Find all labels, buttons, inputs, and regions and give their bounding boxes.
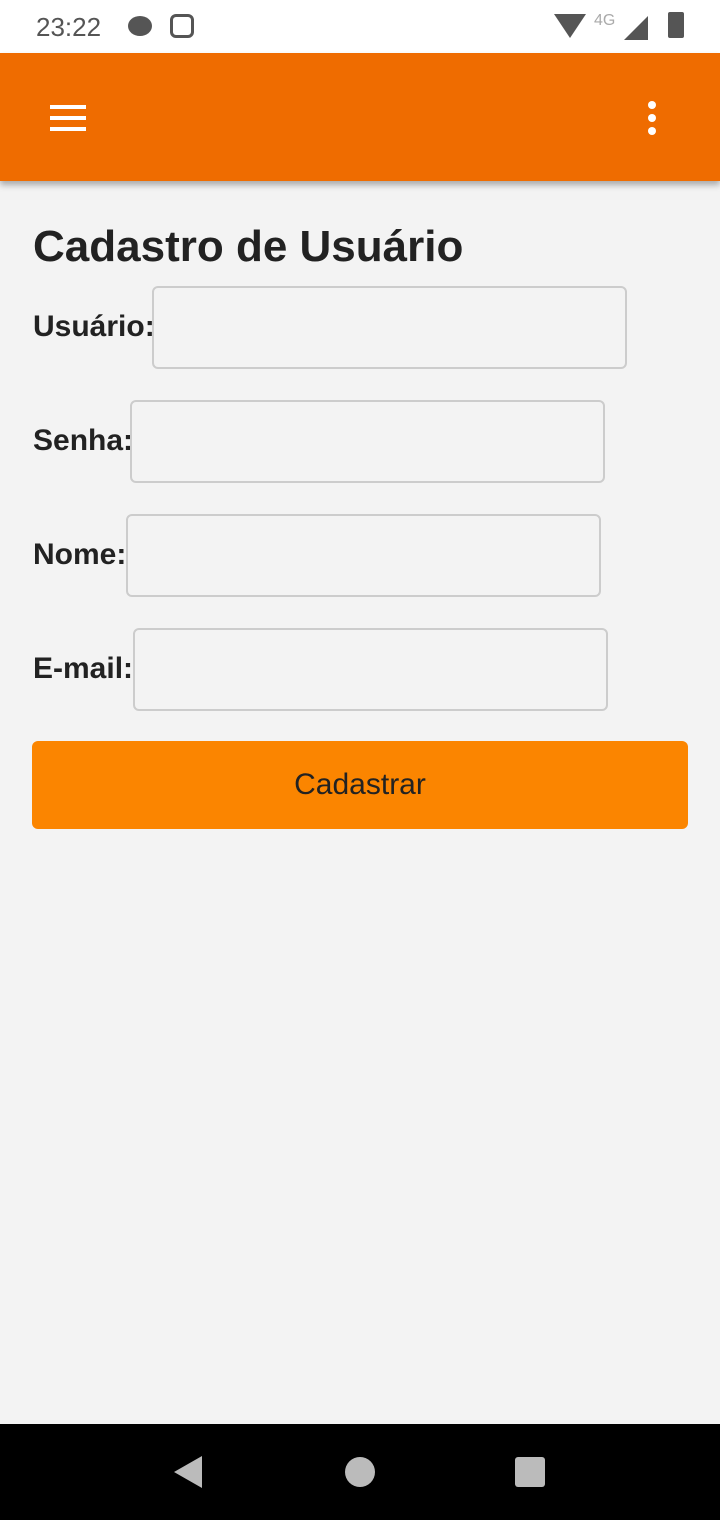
home-icon[interactable]: [345, 1457, 375, 1487]
signal-icon: [624, 16, 648, 40]
instagram-icon: [170, 14, 194, 38]
app-bar: [0, 53, 720, 181]
email-label: E-mail:: [33, 652, 134, 685]
status-bar: 23:22 4G: [0, 0, 720, 53]
submit-button[interactable]: Cadastrar: [32, 741, 688, 829]
recents-icon[interactable]: [515, 1457, 545, 1487]
clock: 23:22: [36, 12, 102, 42]
battery-icon: [668, 12, 684, 38]
message-icon: [128, 16, 152, 36]
name-label: Nome:: [33, 538, 127, 571]
name-input[interactable]: [126, 514, 601, 597]
navigation-bar: [0, 1424, 720, 1520]
username-label: Usuário:: [33, 310, 155, 343]
username-input[interactable]: [152, 286, 627, 369]
password-input[interactable]: [130, 400, 605, 483]
back-icon[interactable]: [174, 1456, 202, 1488]
password-label: Senha:: [33, 424, 134, 457]
network-label: 4G: [594, 12, 616, 29]
wifi-icon: [554, 14, 586, 38]
more-vert-icon[interactable]: [648, 101, 656, 140]
email-input[interactable]: [133, 628, 608, 711]
hamburger-icon[interactable]: [50, 105, 86, 138]
page-title: Cadastro de Usuário: [33, 222, 464, 271]
